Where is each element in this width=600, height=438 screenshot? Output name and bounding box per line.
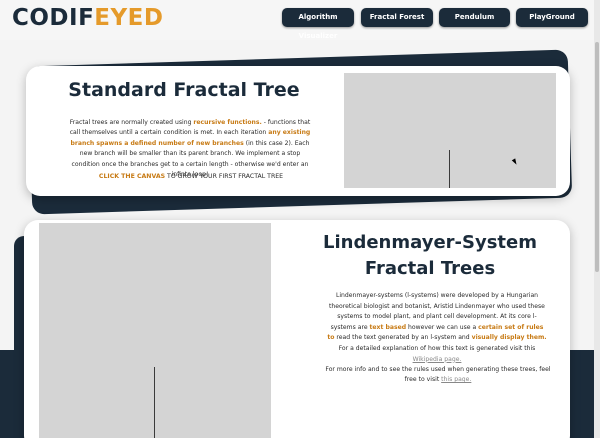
highlight-text: recursive functions. [193,119,262,126]
title-line: Fractal Trees [364,258,496,279]
scrollbar-thumb[interactable] [595,42,599,272]
logo-part2: EYED [94,5,164,31]
standard-fractal-title: Standard Fractal Tree [68,79,300,101]
highlight-text: text based [369,323,407,331]
lsystem-description: Lindenmayer-systems (l-systems) were dev… [326,291,548,365]
text-segment: read the text generated by an l-system a… [334,334,472,342]
standard-fractal-description: Fractal trees are normally created using… [66,118,314,180]
tree-trunk [449,150,450,188]
logo[interactable]: CODIFEYED [12,4,163,32]
rules-page-link[interactable]: this page. [441,376,471,383]
lsystem-tree-canvas[interactable] [39,223,271,438]
click-canvas-instruction: CLICK THE CANVAS TO GROW YOUR FIRST FRAC… [26,173,356,180]
lsystem-fractal-card: Lindenmayer-System Fractal Trees Lindenma… [24,220,570,438]
text-segment: TO GROW YOUR FIRST FRACTAL TREE [165,173,284,180]
highlight-text: visually display them. [471,334,547,342]
text-segment: however we can use a [406,323,479,331]
header: CODIFEYED Algorithm Visualizer Fractal F… [0,0,600,40]
text-segment: For a detailed explanation of how this t… [338,344,536,352]
text-segment: For more info and to see the rules used … [325,366,551,384]
mouse-cursor-icon [511,158,519,166]
nav-fractal-forest-button[interactable]: Fractal Forest [361,8,433,27]
nav-algorithm-visualizer-button[interactable]: Algorithm Visualizer [282,8,354,40]
logo-part1: CODIF [12,5,95,31]
nav-playground-button[interactable]: PlayGround [516,8,588,27]
highlight-text: CLICK THE CANVAS [98,173,166,180]
standard-fractal-card: Standard Fractal Tree Fractal trees are … [26,66,570,196]
nav-pendulum-button[interactable]: Pendulum [439,8,510,27]
wikipedia-link[interactable]: Wikipedia page. [413,356,462,363]
lsystem-more-info: For more info and to see the rules used … [322,365,554,386]
text-segment: Fractal trees are normally created using [69,119,194,126]
lsystem-title: Lindenmayer-System Fractal Trees [280,230,580,282]
fractal-tree-canvas[interactable] [344,73,556,188]
tree-trunk [154,367,155,438]
title-line: Lindenmayer-System [323,232,537,253]
